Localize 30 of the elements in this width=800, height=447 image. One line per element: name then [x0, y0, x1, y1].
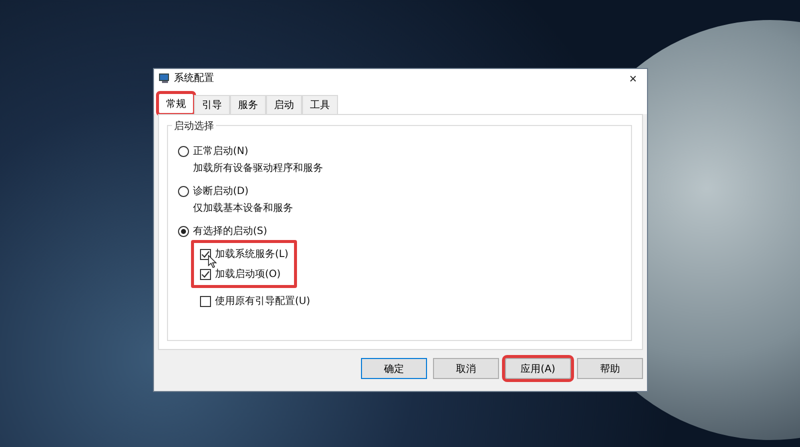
computer-icon: [159, 72, 170, 84]
radio-button[interactable]: [178, 186, 189, 196]
tab[interactable]: 引导: [194, 95, 230, 114]
dialog-button[interactable]: 取消: [433, 358, 499, 379]
tab[interactable]: 启动: [266, 95, 302, 114]
checkbox[interactable]: [200, 268, 211, 280]
tab[interactable]: 常规: [158, 93, 194, 114]
radio-label: 正常启动(N): [193, 144, 248, 158]
dialog-button[interactable]: 应用(A): [505, 358, 571, 379]
checkbox-label: 加载系统服务(L): [215, 248, 288, 261]
window-title: 系统配置: [174, 72, 214, 85]
checkbox-label: 使用原有引导配置(U): [215, 294, 310, 308]
radio-label: 有选择的启动(S): [193, 224, 268, 238]
radio-button[interactable]: [178, 146, 189, 156]
checkbox[interactable]: [200, 248, 211, 260]
dialog-button[interactable]: 帮助: [577, 358, 643, 379]
option-description: 仅加载基本设备和服务: [192, 202, 294, 215]
checkmark-icon: [201, 270, 210, 278]
tab[interactable]: 工具: [302, 95, 338, 114]
radio-label: 诊断启动(D): [193, 184, 249, 198]
checkbox[interactable]: [200, 296, 211, 306]
option-description: 加载所有设备驱动程序和服务: [192, 162, 324, 175]
dialog-button[interactable]: 确定: [361, 358, 427, 379]
radio-button[interactable]: [178, 226, 189, 236]
close-button[interactable]: ×: [619, 69, 647, 87]
mouse-cursor-icon: [208, 255, 217, 268]
group-title: 启动选择: [172, 119, 216, 133]
checkmark-icon: [201, 250, 210, 258]
checkbox-label: 加载启动项(O): [215, 268, 281, 281]
tab[interactable]: 服务: [230, 95, 266, 114]
